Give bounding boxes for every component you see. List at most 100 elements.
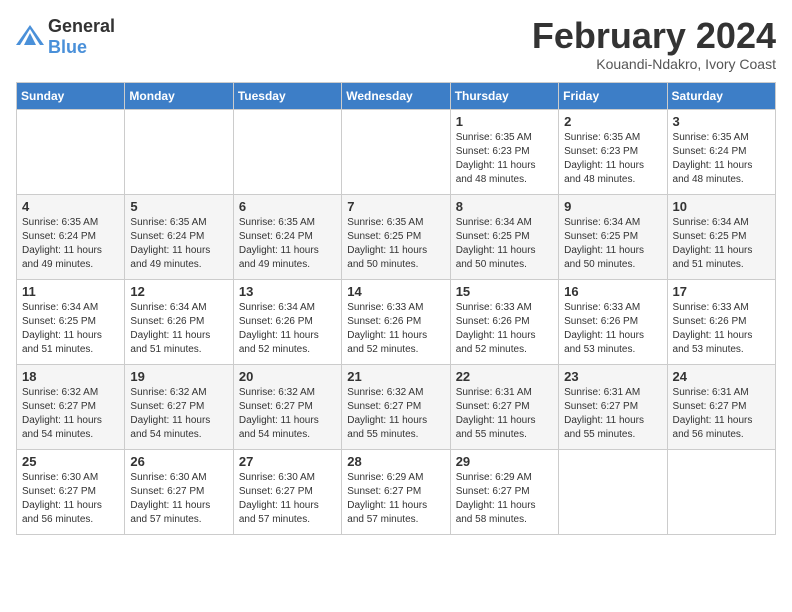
day-number: 25 <box>22 454 119 469</box>
day-cell: 19Sunrise: 6:32 AM Sunset: 6:27 PM Dayli… <box>125 364 233 449</box>
col-header-wednesday: Wednesday <box>342 82 450 109</box>
day-number: 26 <box>130 454 227 469</box>
day-cell: 6 Sunrise: 6:35 AM Sunset: 6:24 PM Daylig… <box>233 194 341 279</box>
logo: General Blue <box>16 16 115 58</box>
day-number: 21 <box>347 369 444 384</box>
day-info: Sunrise: 6:30 AM Sunset: 6:27 PM Dayligh… <box>130 471 227 527</box>
day-cell: 21 Sunrise: 6:32 AM Sunset: 6:27 PM Dayli… <box>342 364 450 449</box>
col-header-friday: Friday <box>559 82 667 109</box>
day-info: Sunrise: 6:29 AM Sunset: 6:27 PM Dayligh… <box>456 471 553 527</box>
day-info: Sunrise: 6:35 AM Sunset: 6:23 PM Dayligh… <box>456 131 553 187</box>
day-cell: 13Sunrise: 6:34 AM Sunset: 6:26 PM Dayli… <box>233 279 341 364</box>
day-info: Sunrise: 6:33 AM Sunset: 6:26 PM Dayligh… <box>456 301 553 357</box>
day-number: 27 <box>239 454 336 469</box>
day-cell: 27 Sunrise: 6:30 AM Sunset: 6:27 PM Dayli… <box>233 449 341 534</box>
day-cell: 12Sunrise: 6:34 AM Sunset: 6:26 PM Dayli… <box>125 279 233 364</box>
day-cell: 17Sunrise: 6:33 AM Sunset: 6:26 PM Dayli… <box>667 279 775 364</box>
day-info: Sunrise: 6:34 AM Sunset: 6:25 PM Dayligh… <box>564 216 661 272</box>
day-info: Sunrise: 6:33 AM Sunset: 6:26 PM Dayligh… <box>564 301 661 357</box>
col-header-monday: Monday <box>125 82 233 109</box>
day-number: 14 <box>347 284 444 299</box>
day-number: 20 <box>239 369 336 384</box>
day-cell <box>233 109 341 194</box>
day-number: 24 <box>673 369 770 384</box>
logo-icon <box>16 25 44 45</box>
day-info: Sunrise: 6:35 AM Sunset: 6:25 PM Dayligh… <box>347 216 444 272</box>
day-cell: 18 Sunrise: 6:32 AM Sunset: 6:27 PM Dayli… <box>17 364 125 449</box>
day-info: Sunrise: 6:34 AM Sunset: 6:26 PM Dayligh… <box>130 301 227 357</box>
day-cell: 11 Sunrise: 6:34 AM Sunset: 6:25 PM Dayli… <box>17 279 125 364</box>
week-row-3: 11 Sunrise: 6:34 AM Sunset: 6:25 PM Dayli… <box>17 279 776 364</box>
month-title: February 2024 <box>532 16 776 56</box>
week-row-4: 18 Sunrise: 6:32 AM Sunset: 6:27 PM Dayli… <box>17 364 776 449</box>
day-info: Sunrise: 6:29 AM Sunset: 6:27 PM Dayligh… <box>347 471 444 527</box>
calendar-table: SundayMondayTuesdayWednesdayThursdayFrid… <box>16 82 776 535</box>
day-info: Sunrise: 6:34 AM Sunset: 6:25 PM Dayligh… <box>673 216 770 272</box>
day-cell: 24Sunrise: 6:31 AM Sunset: 6:27 PM Dayli… <box>667 364 775 449</box>
day-number: 11 <box>22 284 119 299</box>
day-info: Sunrise: 6:35 AM Sunset: 6:23 PM Dayligh… <box>564 131 661 187</box>
day-cell: 20 Sunrise: 6:32 AM Sunset: 6:27 PM Dayli… <box>233 364 341 449</box>
day-number: 3 <box>673 114 770 129</box>
day-cell: 26 Sunrise: 6:30 AM Sunset: 6:27 PM Dayli… <box>125 449 233 534</box>
title-area: February 2024 Kouandi-Ndakro, Ivory Coas… <box>532 16 776 72</box>
day-cell <box>667 449 775 534</box>
day-cell <box>125 109 233 194</box>
day-info: Sunrise: 6:33 AM Sunset: 6:26 PM Dayligh… <box>347 301 444 357</box>
day-number: 18 <box>22 369 119 384</box>
day-number: 29 <box>456 454 553 469</box>
day-cell: 23Sunrise: 6:31 AM Sunset: 6:27 PM Dayli… <box>559 364 667 449</box>
day-number: 28 <box>347 454 444 469</box>
day-cell <box>342 109 450 194</box>
day-cell: 8 Sunrise: 6:34 AM Sunset: 6:25 PM Daylig… <box>450 194 558 279</box>
week-row-1: 1 Sunrise: 6:35 AM Sunset: 6:23 PM Daylig… <box>17 109 776 194</box>
day-info: Sunrise: 6:33 AM Sunset: 6:26 PM Dayligh… <box>673 301 770 357</box>
day-info: Sunrise: 6:31 AM Sunset: 6:27 PM Dayligh… <box>456 386 553 442</box>
day-cell: 29 Sunrise: 6:29 AM Sunset: 6:27 PM Dayli… <box>450 449 558 534</box>
day-number: 9 <box>564 199 661 214</box>
day-info: Sunrise: 6:35 AM Sunset: 6:24 PM Dayligh… <box>239 216 336 272</box>
day-cell: 16 Sunrise: 6:33 AM Sunset: 6:26 PM Dayli… <box>559 279 667 364</box>
day-info: Sunrise: 6:30 AM Sunset: 6:27 PM Dayligh… <box>22 471 119 527</box>
day-cell: 15 Sunrise: 6:33 AM Sunset: 6:26 PM Dayli… <box>450 279 558 364</box>
day-cell: 25 Sunrise: 6:30 AM Sunset: 6:27 PM Dayli… <box>17 449 125 534</box>
day-info: Sunrise: 6:30 AM Sunset: 6:27 PM Dayligh… <box>239 471 336 527</box>
day-cell: 1 Sunrise: 6:35 AM Sunset: 6:23 PM Daylig… <box>450 109 558 194</box>
week-row-5: 25 Sunrise: 6:30 AM Sunset: 6:27 PM Dayli… <box>17 449 776 534</box>
day-number: 16 <box>564 284 661 299</box>
col-header-sunday: Sunday <box>17 82 125 109</box>
day-cell: 10 Sunrise: 6:34 AM Sunset: 6:25 PM Dayli… <box>667 194 775 279</box>
day-info: Sunrise: 6:35 AM Sunset: 6:24 PM Dayligh… <box>22 216 119 272</box>
day-number: 10 <box>673 199 770 214</box>
day-number: 7 <box>347 199 444 214</box>
day-info: Sunrise: 6:34 AM Sunset: 6:26 PM Dayligh… <box>239 301 336 357</box>
day-number: 4 <box>22 199 119 214</box>
day-number: 2 <box>564 114 661 129</box>
logo-blue: Blue <box>48 37 87 57</box>
col-header-thursday: Thursday <box>450 82 558 109</box>
day-number: 8 <box>456 199 553 214</box>
day-info: Sunrise: 6:34 AM Sunset: 6:25 PM Dayligh… <box>22 301 119 357</box>
day-info: Sunrise: 6:34 AM Sunset: 6:25 PM Dayligh… <box>456 216 553 272</box>
day-info: Sunrise: 6:35 AM Sunset: 6:24 PM Dayligh… <box>130 216 227 272</box>
day-cell <box>559 449 667 534</box>
day-cell: 28 Sunrise: 6:29 AM Sunset: 6:27 PM Dayli… <box>342 449 450 534</box>
day-number: 5 <box>130 199 227 214</box>
col-header-saturday: Saturday <box>667 82 775 109</box>
day-cell: 7 Sunrise: 6:35 AM Sunset: 6:25 PM Daylig… <box>342 194 450 279</box>
day-info: Sunrise: 6:35 AM Sunset: 6:24 PM Dayligh… <box>673 131 770 187</box>
day-info: Sunrise: 6:32 AM Sunset: 6:27 PM Dayligh… <box>347 386 444 442</box>
day-cell: 5 Sunrise: 6:35 AM Sunset: 6:24 PM Daylig… <box>125 194 233 279</box>
location-subtitle: Kouandi-Ndakro, Ivory Coast <box>532 56 776 72</box>
col-header-tuesday: Tuesday <box>233 82 341 109</box>
day-info: Sunrise: 6:32 AM Sunset: 6:27 PM Dayligh… <box>239 386 336 442</box>
day-number: 6 <box>239 199 336 214</box>
day-number: 22 <box>456 369 553 384</box>
logo-general: General <box>48 16 115 36</box>
day-number: 15 <box>456 284 553 299</box>
day-cell: 14 Sunrise: 6:33 AM Sunset: 6:26 PM Dayli… <box>342 279 450 364</box>
day-number: 1 <box>456 114 553 129</box>
day-info: Sunrise: 6:32 AM Sunset: 6:27 PM Dayligh… <box>22 386 119 442</box>
week-row-2: 4 Sunrise: 6:35 AM Sunset: 6:24 PM Daylig… <box>17 194 776 279</box>
day-cell: 4 Sunrise: 6:35 AM Sunset: 6:24 PM Daylig… <box>17 194 125 279</box>
